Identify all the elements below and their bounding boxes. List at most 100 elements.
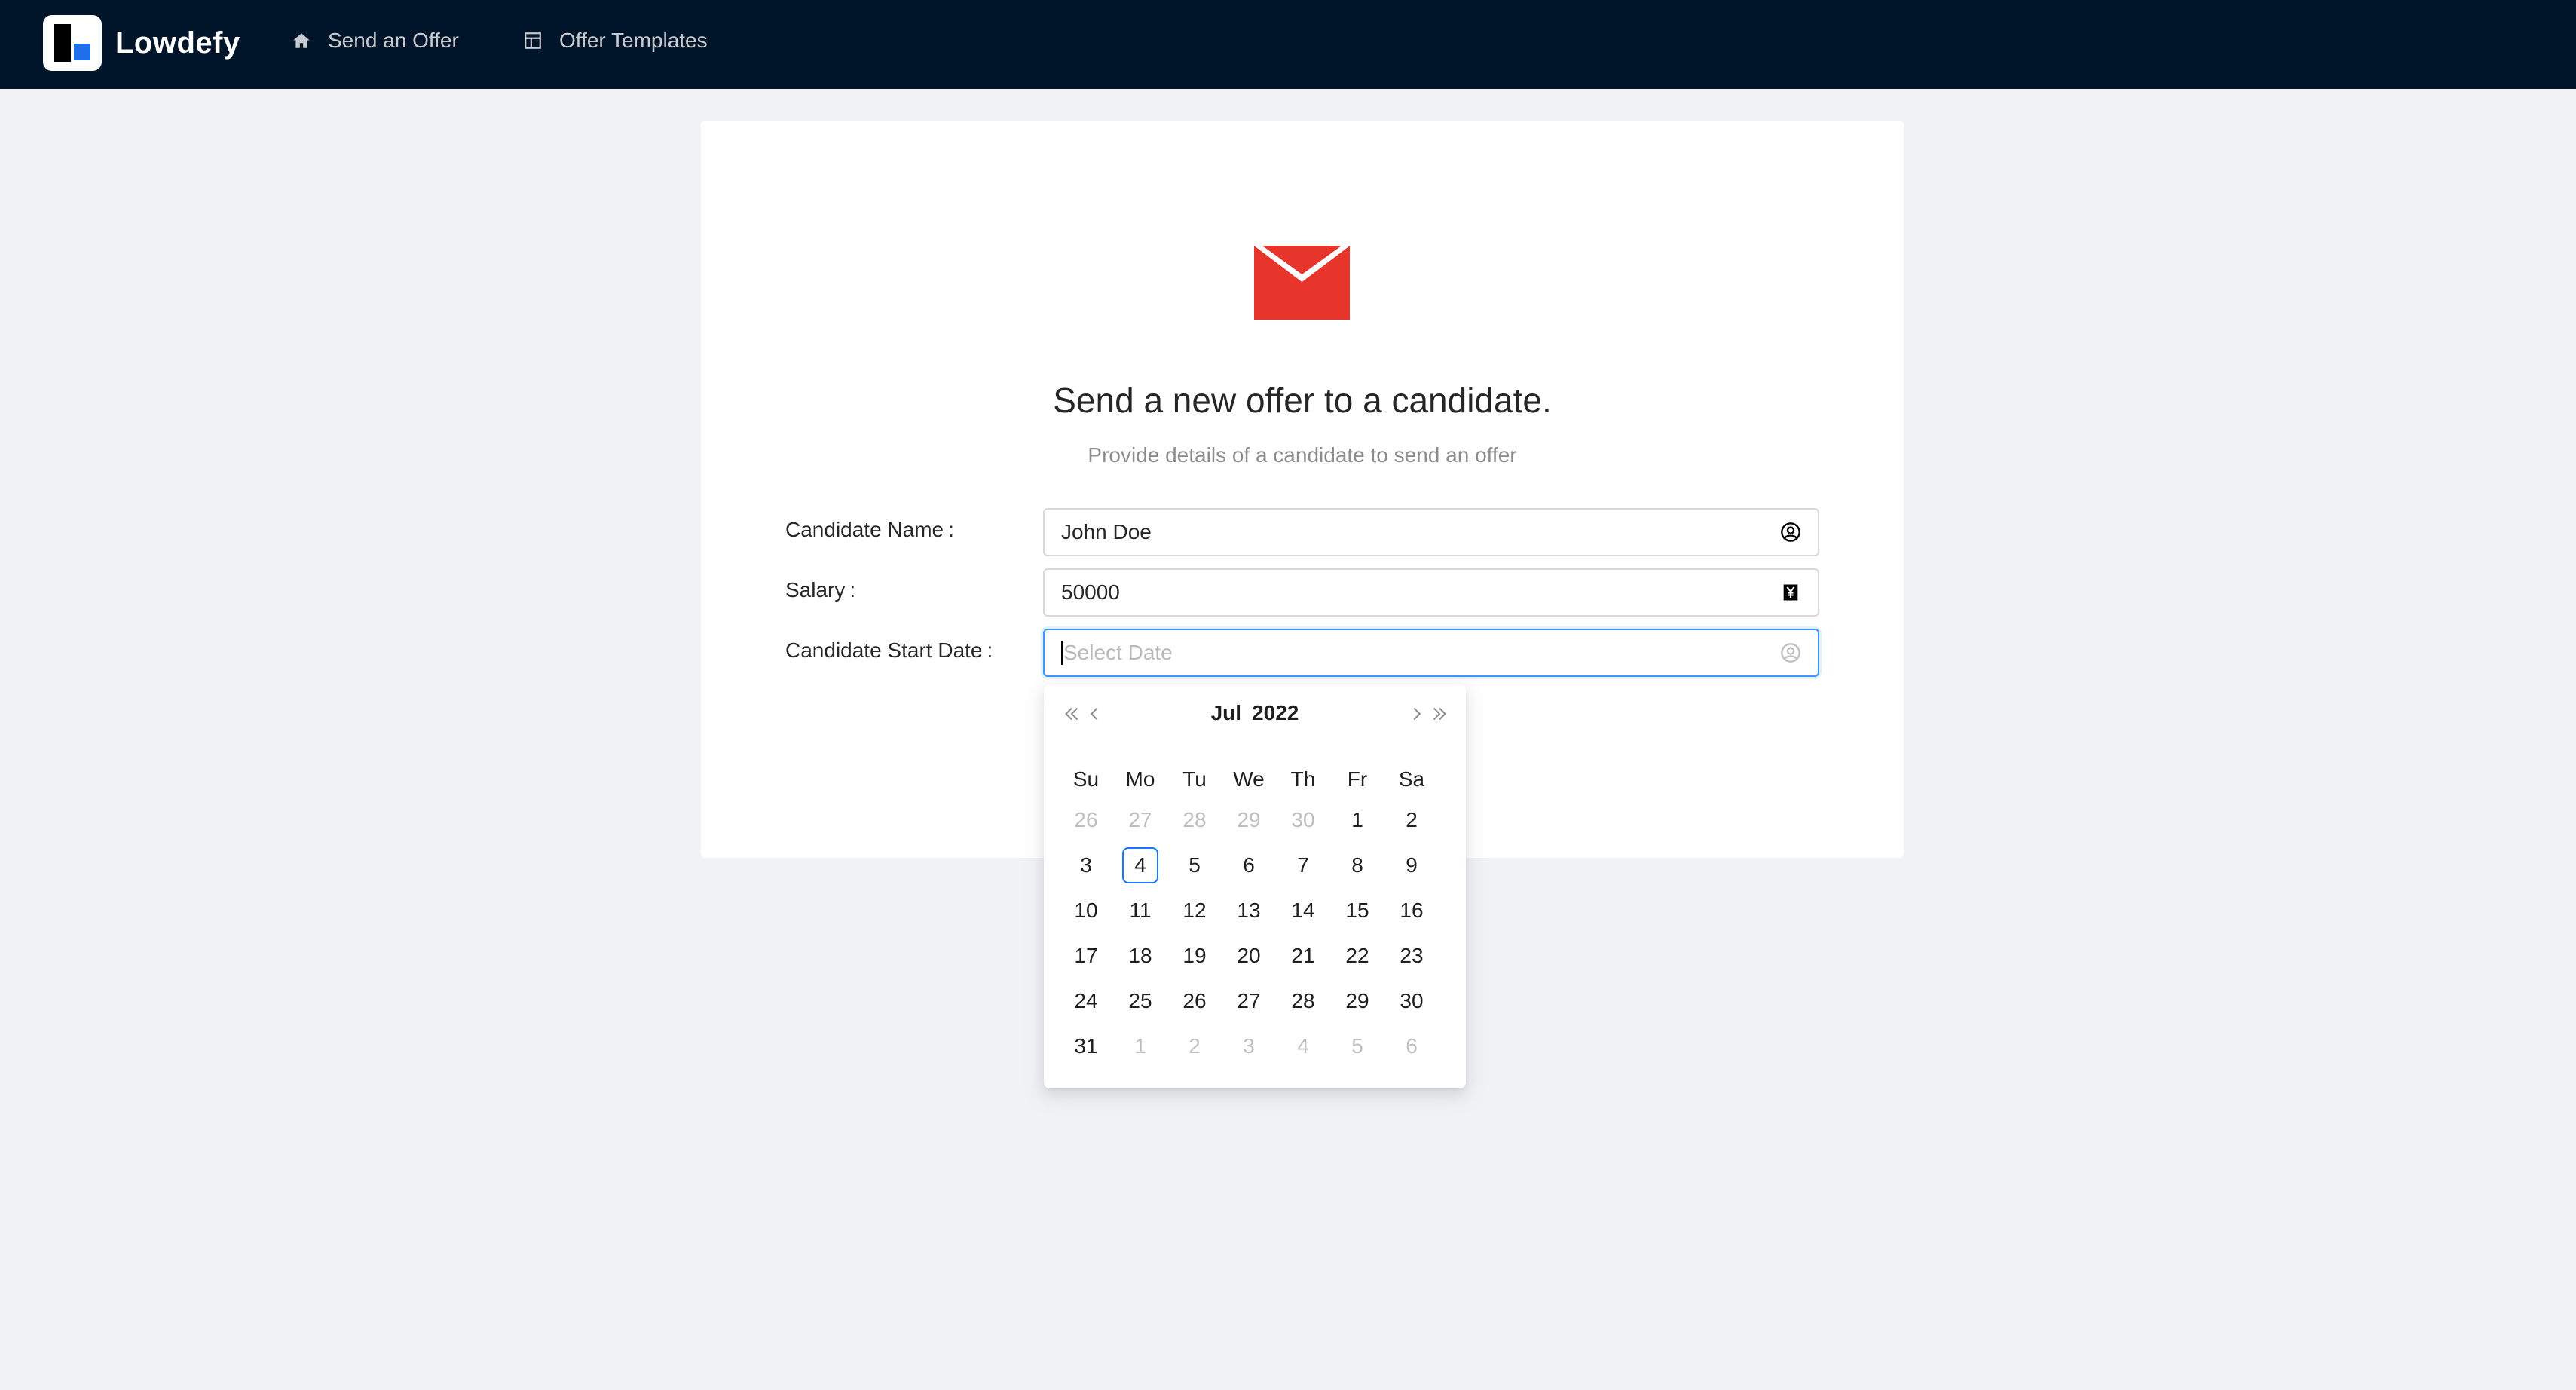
calendar-day[interactable]: 12 bbox=[1167, 888, 1222, 933]
calendar-day[interactable]: 18 bbox=[1113, 933, 1167, 978]
calendar-day-number: 30 bbox=[1291, 808, 1315, 831]
calendar-day-number: 13 bbox=[1237, 899, 1261, 922]
calendar-day[interactable]: 16 bbox=[1384, 888, 1439, 933]
page-subtitle: Provide details of a candidate to send a… bbox=[1088, 443, 1517, 467]
lowdefy-logo-icon bbox=[43, 15, 102, 71]
calendar-day[interactable]: 8 bbox=[1330, 843, 1384, 888]
salary-value: 50000 bbox=[1061, 580, 1120, 604]
calendar-day-number: 5 bbox=[1189, 853, 1201, 877]
calendar-day[interactable]: 29 bbox=[1330, 978, 1384, 1024]
calendar-day-number: 25 bbox=[1128, 989, 1152, 1012]
weekday-label: Tu bbox=[1182, 767, 1207, 791]
start-date-label: Candidate Start Date: bbox=[785, 638, 993, 662]
calendar-grid: 26 27 28 29 30 1 2 3 4 5 6 7 8 9 10 11 12 13 14 15 16 17 18 19 2… bbox=[1059, 798, 1451, 1069]
weekday-label: Fr bbox=[1347, 767, 1368, 791]
calendar-day[interactable]: 9 bbox=[1384, 843, 1439, 888]
calendar-day-outside-month[interactable]: 27 bbox=[1113, 798, 1167, 843]
calendar-day[interactable]: 14 bbox=[1276, 888, 1330, 933]
calendar-day-outside-month[interactable]: 28 bbox=[1167, 798, 1222, 843]
calendar-day-number: 30 bbox=[1400, 989, 1424, 1012]
calendar-day-number: 1 bbox=[1134, 1034, 1146, 1058]
calendar-day[interactable]: 21 bbox=[1276, 933, 1330, 978]
calendar-day-number: 10 bbox=[1074, 899, 1098, 922]
calendar-day[interactable]: 24 bbox=[1059, 978, 1113, 1024]
calendar-day-number: 3 bbox=[1243, 1034, 1255, 1058]
candidate-name-input[interactable]: John Doe bbox=[1043, 508, 1819, 556]
envelope-icon bbox=[1254, 246, 1350, 320]
calendar-week-row: 10 11 12 13 14 15 16 bbox=[1059, 888, 1451, 933]
brand-logo[interactable]: Lowdefy bbox=[43, 15, 240, 71]
date-picker-header: Jul 2022 bbox=[1044, 684, 1466, 742]
calendar-day-number: 27 bbox=[1128, 808, 1152, 831]
calendar-day[interactable]: 1 bbox=[1330, 798, 1384, 843]
calendar-day[interactable]: 31 bbox=[1059, 1024, 1113, 1069]
user-circle-icon bbox=[1780, 522, 1801, 543]
calendar-day-outside-month[interactable]: 2 bbox=[1167, 1024, 1222, 1069]
calendar-day-outside-month[interactable]: 30 bbox=[1276, 798, 1330, 843]
calendar-day-number: 8 bbox=[1351, 853, 1363, 877]
salary-input[interactable]: 50000 bbox=[1043, 568, 1819, 617]
calendar-day-number: 3 bbox=[1080, 853, 1092, 877]
calendar-day-number: 4 bbox=[1297, 1034, 1309, 1058]
calendar-day[interactable]: 6 bbox=[1222, 843, 1276, 888]
calendar-day[interactable]: 5 bbox=[1167, 843, 1222, 888]
calendar-day[interactable]: 11 bbox=[1113, 888, 1167, 933]
calendar-week-row: 17 18 19 20 21 22 23 bbox=[1059, 933, 1451, 978]
calendar-day[interactable]: 7 bbox=[1276, 843, 1330, 888]
calendar-day-outside-month[interactable]: 4 bbox=[1276, 1024, 1330, 1069]
calendar-week-row: 3 4 5 6 7 8 9 bbox=[1059, 843, 1451, 888]
calendar-day-number: 2 bbox=[1189, 1034, 1201, 1058]
calendar-day-number: 12 bbox=[1182, 899, 1207, 922]
calendar-day-number: 11 bbox=[1129, 899, 1152, 922]
calendar-day-outside-month[interactable]: 26 bbox=[1059, 798, 1113, 843]
start-date-input[interactable]: Select Date bbox=[1043, 629, 1819, 677]
calendar-day-outside-month[interactable]: 3 bbox=[1222, 1024, 1276, 1069]
nav-item-send-offer[interactable]: Send an Offer bbox=[292, 21, 459, 60]
calendar-day[interactable]: 15 bbox=[1330, 888, 1384, 933]
calendar-day-outside-month[interactable]: 5 bbox=[1330, 1024, 1384, 1069]
calendar-day[interactable]: 22 bbox=[1330, 933, 1384, 978]
calendar-day[interactable]: 17 bbox=[1059, 933, 1113, 978]
weekday-header-row: Su Mo Tu We Th Fr Sa bbox=[1059, 767, 1451, 791]
layout-icon bbox=[523, 31, 543, 51]
weekday-label: Su bbox=[1072, 767, 1100, 791]
home-icon bbox=[292, 31, 311, 51]
next-month-icon[interactable] bbox=[1406, 703, 1428, 725]
calendar-day-number: 5 bbox=[1351, 1034, 1363, 1058]
calendar-day[interactable]: 30 bbox=[1384, 978, 1439, 1024]
year-select[interactable]: 2022 bbox=[1252, 701, 1299, 725]
nav-item-offer-templates[interactable]: Offer Templates bbox=[523, 21, 708, 60]
calendar-day[interactable]: 13 bbox=[1222, 888, 1276, 933]
calendar-day-number: 24 bbox=[1074, 989, 1098, 1012]
nav-item-label: Offer Templates bbox=[559, 29, 708, 52]
calendar-day-outside-month[interactable]: 29 bbox=[1222, 798, 1276, 843]
calendar-day-outside-month[interactable]: 6 bbox=[1384, 1024, 1439, 1069]
calendar-day[interactable]: 19 bbox=[1167, 933, 1222, 978]
prev-year-icon[interactable] bbox=[1060, 703, 1083, 725]
next-year-icon[interactable] bbox=[1428, 703, 1451, 725]
calendar-day[interactable]: 20 bbox=[1222, 933, 1276, 978]
calendar-day-number: 29 bbox=[1345, 989, 1369, 1012]
prev-month-icon[interactable] bbox=[1083, 703, 1106, 725]
calendar-day[interactable]: 28 bbox=[1276, 978, 1330, 1024]
calendar-day-number: 6 bbox=[1243, 853, 1255, 877]
weekday-label: We bbox=[1233, 767, 1265, 791]
calendar-day[interactable]: 27 bbox=[1222, 978, 1276, 1024]
calendar-day[interactable]: 23 bbox=[1384, 933, 1439, 978]
calendar-week-row: 26 27 28 29 30 1 2 bbox=[1059, 798, 1451, 843]
calendar-day-outside-month[interactable]: 1 bbox=[1113, 1024, 1167, 1069]
calendar-day-number: 28 bbox=[1182, 808, 1207, 831]
calendar-day[interactable]: 3 bbox=[1059, 843, 1113, 888]
calendar-day[interactable]: 2 bbox=[1384, 798, 1439, 843]
calendar-day[interactable]: 10 bbox=[1059, 888, 1113, 933]
calendar-day-number: 2 bbox=[1406, 808, 1418, 831]
calendar-day-number: 4 bbox=[1122, 847, 1158, 883]
calendar-day[interactable]: 4 bbox=[1113, 843, 1167, 888]
calendar-day[interactable]: 26 bbox=[1167, 978, 1222, 1024]
calendar-day[interactable]: 25 bbox=[1113, 978, 1167, 1024]
calendar-day-number: 29 bbox=[1237, 808, 1261, 831]
calendar-week-row: 24 25 26 27 28 29 30 bbox=[1059, 978, 1451, 1024]
calendar-day-number: 16 bbox=[1400, 899, 1424, 922]
candidate-name-label: Candidate Name: bbox=[785, 518, 954, 541]
month-select[interactable]: Jul bbox=[1211, 701, 1241, 725]
